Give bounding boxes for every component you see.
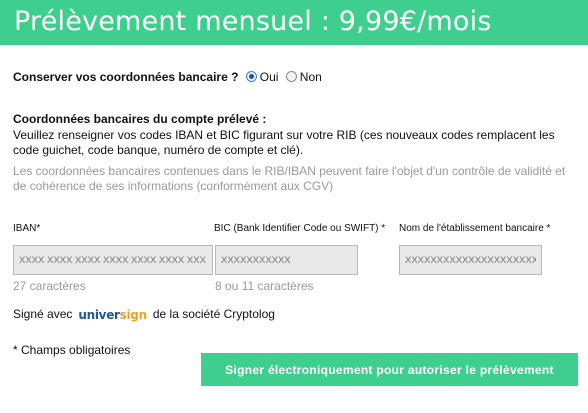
bank-name-input[interactable] [399,245,542,275]
radio-non-label[interactable]: Non [300,70,322,84]
radio-oui-label[interactable]: Oui [260,70,279,84]
bic-hint: 8 ou 11 caractères [215,279,314,293]
instructions-text: Veuillez renseigner vos codes IBAN et BI… [13,128,555,157]
signed-prefix: Signé avec [13,307,73,321]
universign-logo: universign [78,308,147,322]
signature-line: Signé avec universign de la société Crypto… [13,307,275,322]
keep-details-row: Conserver vos coordonnées bancaire ? Oui… [13,70,322,84]
header-banner: Prélèvement mensuel : 9,99€/mois [0,0,588,45]
page-title: Prélèvement mensuel : 9,99€/mois [14,6,492,37]
bank-name-label: Nom de l'établissement bancaire * [399,223,551,234]
validity-note: Les coordonnées bancaires contenues dans… [13,164,566,193]
section-title: Coordonnées bancaires du compte prélevé … [13,112,267,126]
keep-details-question: Conserver vos coordonnées bancaire ? [13,70,239,84]
required-fields-note: * Champs obligatoires [13,343,131,357]
bic-input[interactable] [215,245,358,275]
bic-label: BIC (Bank Identifier Code ou SWIFT) * [214,223,386,234]
signed-suffix: de la société Cryptolog [152,307,275,321]
radio-oui[interactable] [245,71,257,82]
iban-label: IBAN* [13,223,41,234]
iban-hint: 27 caractères [13,279,86,293]
sign-electronically-button[interactable]: Signer électroniquement pour autoriser l… [201,353,578,386]
iban-input[interactable] [13,245,213,275]
radio-non[interactable] [285,71,297,82]
